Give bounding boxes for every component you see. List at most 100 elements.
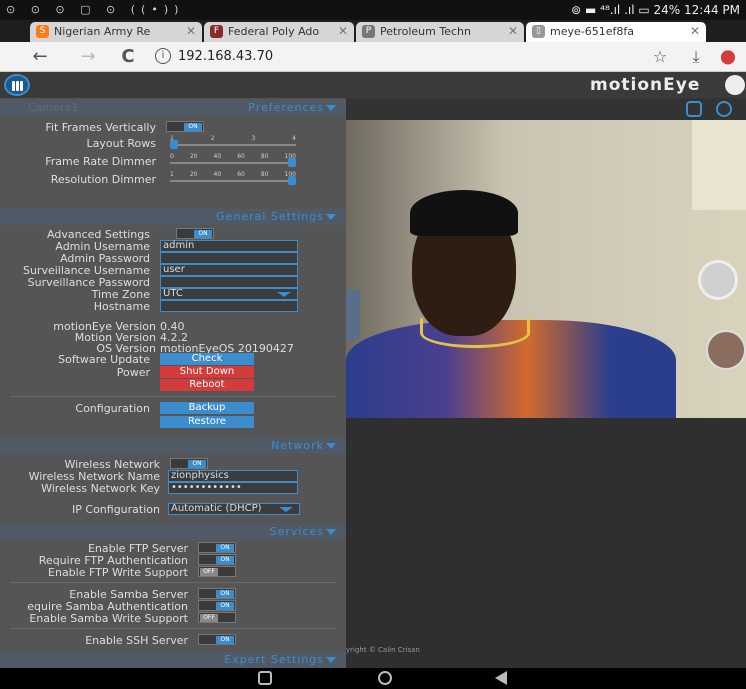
tab-close-icon[interactable]: ✕ [338,24,348,38]
fit-frames-toggle[interactable]: ON [166,121,204,132]
samba-auth-toggle[interactable]: ON [198,600,236,611]
advanced-toggle[interactable]: ON [176,228,214,239]
toggle-knob: ON [216,590,234,598]
ip-config-label: IP Configuration [72,503,160,516]
recents-square-icon[interactable] [258,671,272,685]
motioneye-logo-icon [725,75,745,95]
services-section-header[interactable]: Services [0,524,346,540]
home-circle-icon[interactable] [378,671,392,685]
chevron-down-icon [326,657,336,663]
tab-nigerian-army[interactable]: S Nigerian Army Re ✕ [30,22,202,42]
tick: 40 [213,153,222,160]
layout-rows-slider[interactable]: 1 2 3 4 [170,135,296,149]
slider-track [170,162,296,164]
forward-arrow-icon[interactable]: → [76,47,100,67]
surveillance-username-input[interactable]: user [160,264,298,276]
shutdown-button[interactable]: Shut Down [160,366,254,378]
restore-button[interactable]: Restore [160,416,254,428]
reboot-button[interactable]: Reboot [160,379,254,391]
frame-rate-row: Frame Rate Dimmer 0 20 40 60 80 100 [0,153,346,169]
network-section-header[interactable]: Network [0,438,346,454]
check-update-button[interactable]: Check [160,353,254,365]
restore-row: Restore [0,416,346,430]
download-icon[interactable]: ⤓ [684,47,708,67]
frame-rate-label: Frame Rate Dimmer [45,155,156,168]
tab-petroleum[interactable]: P Petroleum Techn ✕ [356,22,524,42]
ftp-write-toggle[interactable]: OFF [198,566,236,577]
samba-toggle[interactable]: ON [198,588,236,599]
wifi-toggle[interactable]: ON [170,458,208,469]
services-title: Services [269,525,324,538]
ftp-write-row: Enable FTP Write Support OFF [0,566,346,580]
fullscreen-icon[interactable] [686,101,702,117]
ip-config-row: IP Configuration Automatic (DHCP) [0,503,346,517]
network-title: Network [271,439,324,452]
tab-federal-poly[interactable]: F Federal Poly Ado ✕ [204,22,354,42]
samba-write-toggle[interactable]: OFF [198,612,236,623]
fit-frames-label: Fit Frames Vertically [45,121,156,134]
url-field[interactable]: 192.168.43.70 [178,49,273,64]
wifi-key-row: Wireless Network Key •••••••••••• [0,482,346,496]
preferences-section-header[interactable]: Camera1 Preferences [0,100,346,116]
extension-icon[interactable]: ⬤ [716,47,740,67]
ssh-row: Enable SSH Server ON [0,634,346,648]
info-icon[interactable]: i [155,48,171,64]
tab-close-icon[interactable]: ✕ [690,24,700,38]
admin-username-input[interactable]: admin [160,240,298,252]
slider-handle[interactable] [170,140,178,149]
divider [10,628,336,629]
divider [10,396,336,397]
copyright-text: yright © Calin Crisan [346,646,420,654]
wifi-name-input[interactable]: zionphysics [168,470,298,482]
camera-area: yright © Calin Crisan [346,98,746,668]
wifi-key-input[interactable]: •••••••••••• [168,482,298,494]
tick: 0 [170,153,174,160]
resolution-slider[interactable]: 1 20 40 60 80 100 [170,171,296,185]
tab-close-icon[interactable]: ✕ [508,24,518,38]
floating-button-icon[interactable] [698,260,738,300]
chat-head-avatar[interactable] [706,330,746,370]
slider-ticks: 1 2 3 4 [170,135,296,142]
reboot-row: Reboot [0,379,346,393]
slider-handle[interactable] [288,176,296,185]
hostname-row: Hostname [0,300,346,314]
general-section-header[interactable]: General Settings [0,209,346,225]
tab-close-icon[interactable]: ✕ [186,24,196,38]
camera-name: Camera1 [28,101,79,114]
slider-handle[interactable] [288,158,296,167]
samba-write-row: Enable Samba Write Support OFF [0,612,346,626]
tick: 60 [237,153,245,160]
hostname-input[interactable] [160,300,298,312]
bookmark-star-icon[interactable]: ☆ [648,47,672,67]
tick: 80 [260,153,269,160]
tab-meye[interactable]: ▯ meye-651ef8fa ✕ [526,22,706,42]
status-right-indicators: ⊚ ▬ ⁴⁸.ıl .ıl ▭ 24% 12:44 PM [571,3,740,17]
ssh-toggle[interactable]: ON [198,634,236,645]
camera-feed[interactable] [346,120,746,418]
wrench-icon[interactable] [716,101,732,117]
main-menu-button[interactable] [4,74,30,96]
ftp-write-label: Enable FTP Write Support [48,566,188,579]
back-arrow-icon[interactable]: ← [28,47,52,67]
surveillance-password-input[interactable] [160,276,298,288]
screen: ⊙ ⊙ ⊙ ▢ ⊙ ((•)) ⊚ ▬ ⁴⁸.ıl .ıl ▭ 24% 12:4… [0,0,746,689]
preferences-title: Preferences [248,101,324,114]
slider-ticks: 1 20 40 60 80 100 [170,171,296,178]
ip-config-select[interactable]: Automatic (DHCP) [168,503,300,515]
toggle-knob: ON [188,460,206,468]
admin-password-input[interactable] [160,252,298,264]
power-label: Power [116,366,150,379]
hostname-label: Hostname [93,300,150,313]
reload-icon[interactable]: C [116,47,140,67]
ftp-auth-toggle[interactable]: ON [198,554,236,565]
browser-address-bar: ← → C i 192.168.43.70 ☆ ⤓ ⬤ [0,42,746,72]
ftp-toggle[interactable]: ON [198,542,236,553]
fit-frames-row: Fit Frames Vertically ON [0,121,346,135]
backup-button[interactable]: Backup [160,402,254,414]
chevron-down-icon [277,292,291,297]
frame-rate-slider[interactable]: 0 20 40 60 80 100 [170,153,296,167]
expert-section-header[interactable]: Expert Settings [0,652,346,668]
back-triangle-icon[interactable] [495,671,507,685]
toggle-knob: ON [184,123,202,131]
timezone-select[interactable]: UTC [160,288,298,300]
